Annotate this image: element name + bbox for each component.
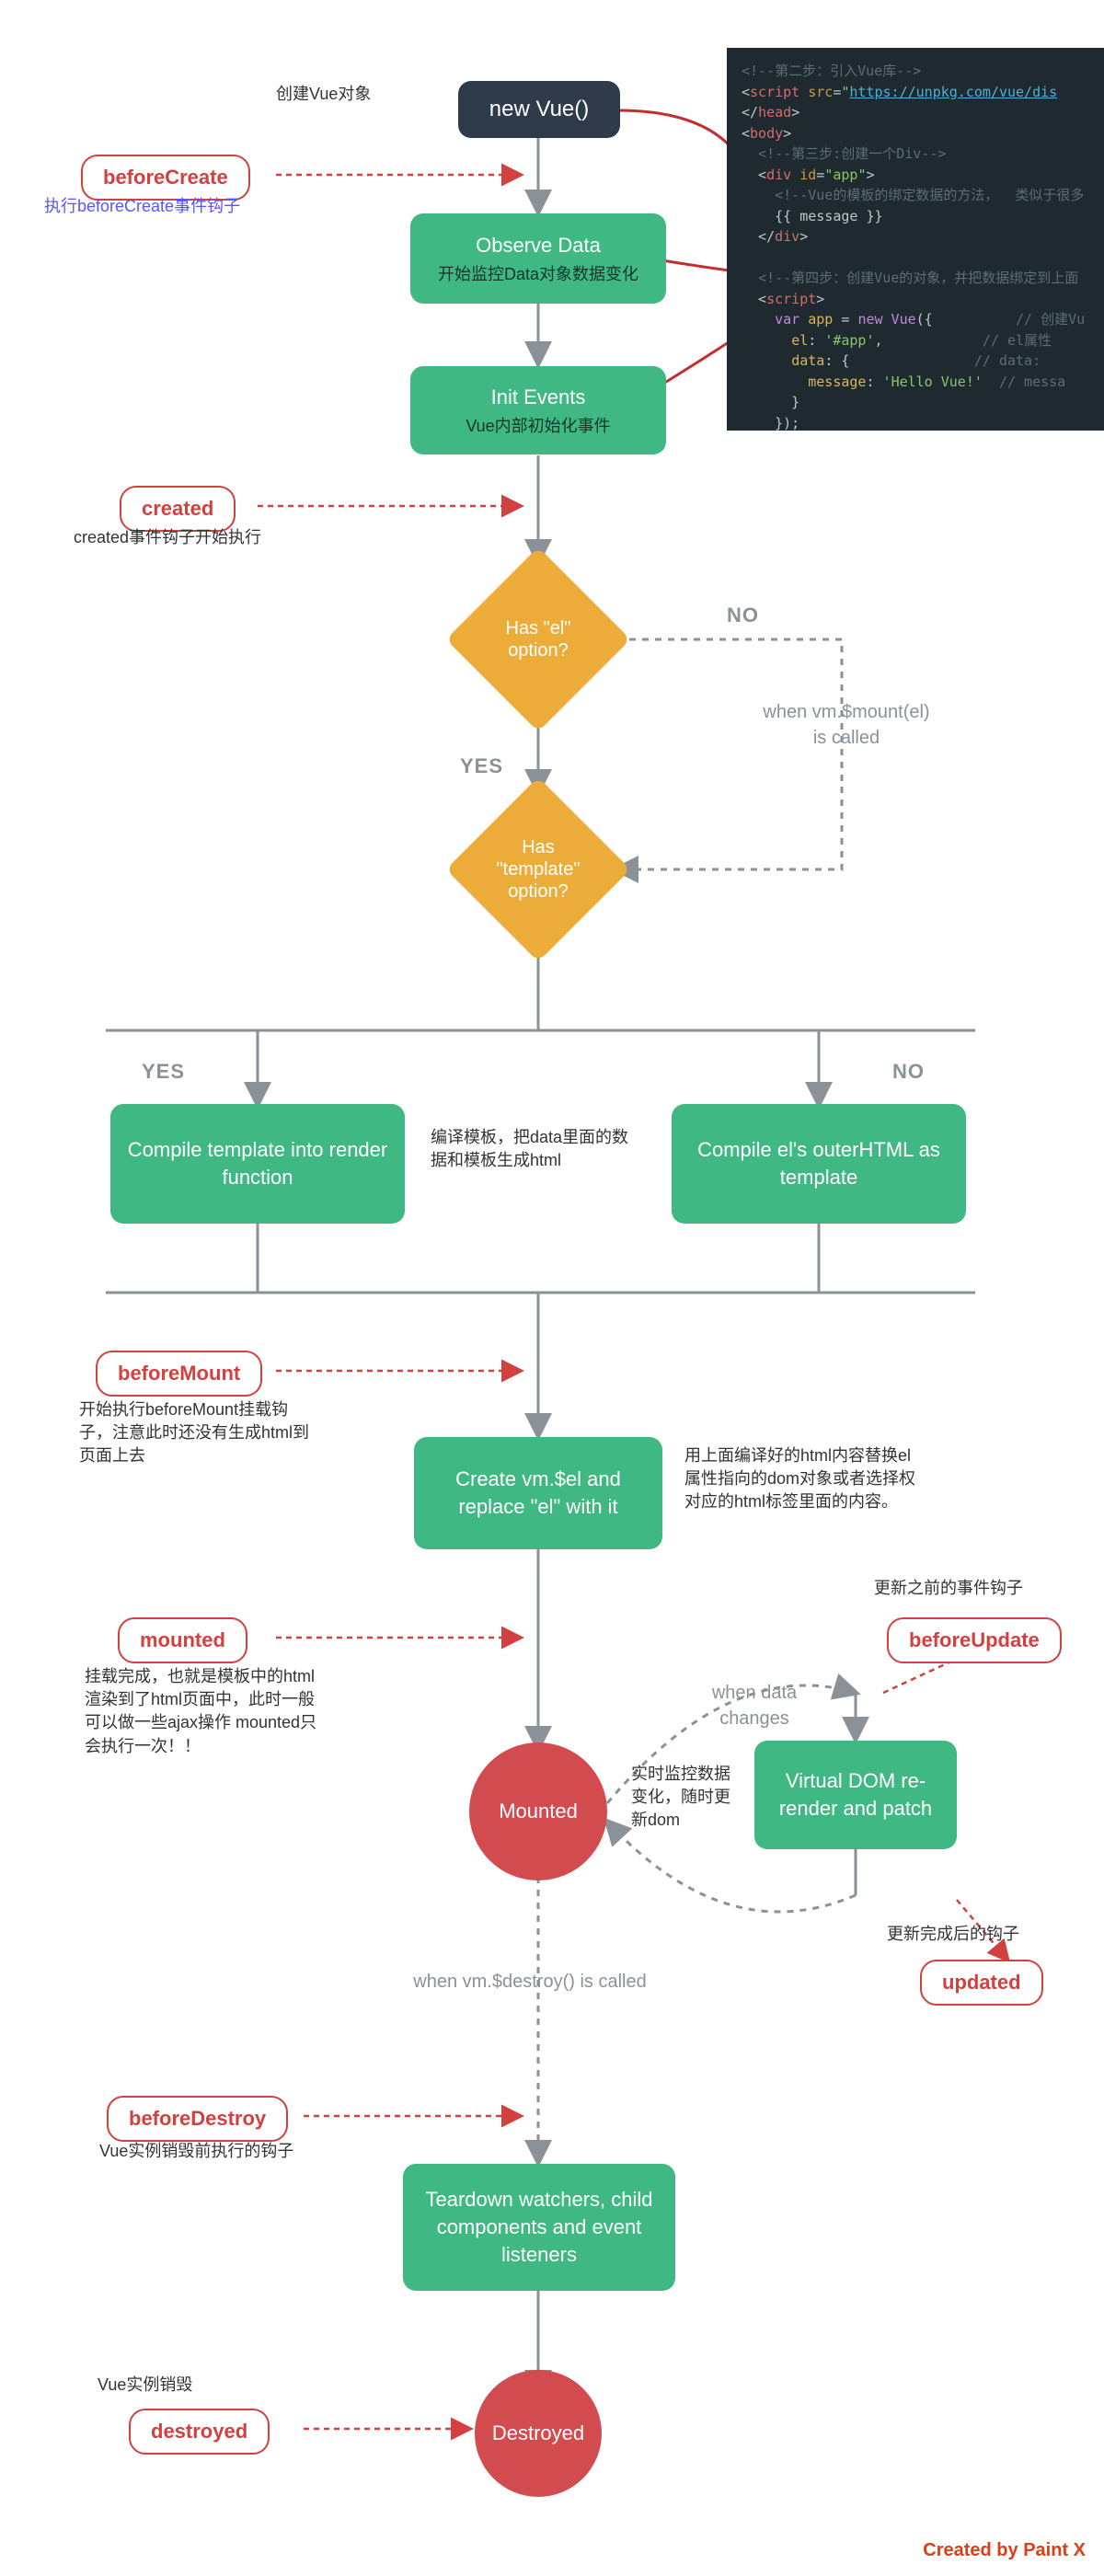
hook-beforemount: beforeMount <box>96 1351 262 1397</box>
note-compile-template: 编译模板，把data里面的数据和模板生成html <box>431 1126 633 1172</box>
hook-created: created <box>120 486 236 532</box>
code-cm-msg: // messa <box>999 374 1065 390</box>
note-created: created事件钩子开始执行 <box>74 526 261 549</box>
node-mounted-state: Mounted <box>469 1742 607 1880</box>
note-mount-wait: when vm.$mount(el) is called <box>754 699 938 751</box>
note-updated: 更新完成后的钩子 <box>887 1923 1019 1946</box>
node-has-el-option-label: Has "el" option? <box>460 561 616 718</box>
code-comment-step4: <!--第四步：创建Vue的对象，并把数据绑定到上面 <box>758 270 1078 286</box>
node-init-events-title: Init Events <box>491 384 586 411</box>
node-init-events: Init Events Vue内部初始化事件 <box>410 366 666 454</box>
code-comment-step3: <!--第三步:创建一个Div--> <box>758 145 946 162</box>
node-virtual-dom: Virtual DOM re-render and patch <box>754 1741 957 1849</box>
code-cdn-url: https://unpkg.com/vue/dis <box>849 84 1057 100</box>
node-destroyed-state: Destroyed <box>475 2370 602 2497</box>
node-has-template-option-label: Has "template" option? <box>460 791 616 948</box>
code-comment-step2: <!--第二步：引入Vue库--> <box>742 63 921 79</box>
code-cm-el: // el属性 <box>983 332 1052 349</box>
node-new-vue-label: new Vue() <box>489 97 590 122</box>
hook-mounted-label: mounted <box>140 1628 225 1652</box>
flowchart-canvas: 创建Vue对象 new Vue() beforeCreate 执行beforeC… <box>0 0 1104 2576</box>
hook-beforeupdate: beforeUpdate <box>887 1617 1062 1663</box>
node-init-events-sub: Vue内部初始化事件 <box>466 415 610 437</box>
code-cm-create: // 创建Vu <box>1016 311 1085 328</box>
note-beforemount: 开始执行beforeMount挂载钩子，注意此时还没有生成html到页面上去 <box>79 1398 318 1468</box>
note-beforeupdate: 更新之前的事件钩子 <box>874 1577 1023 1600</box>
footer-credit: Created by Paint X <box>923 2540 1086 2561</box>
code-snippet-panel: <!--第二步：引入Vue库--> <script src="https://u… <box>727 48 1104 431</box>
hook-mounted: mounted <box>118 1617 247 1663</box>
note-create-vue-object: 创建Vue对象 <box>276 83 371 106</box>
label-no-2: NO <box>892 1060 925 1084</box>
node-virtual-dom-label: Virtual DOM re-render and patch <box>771 1767 940 1822</box>
node-compile-template: Compile template into render function <box>110 1104 405 1224</box>
note-destroy-wait: when vm.$destroy() is called <box>410 1969 650 1995</box>
code-cm-data: // data: <box>974 352 1041 369</box>
node-create-vm-el-label: Create vm.$el and replace "el" with it <box>431 1466 646 1520</box>
node-compile-template-label: Compile template into render function <box>127 1136 388 1190</box>
note-beforecreate: 执行beforeCreate事件钩子 <box>44 195 240 218</box>
node-compile-el: Compile el's outerHTML as template <box>672 1104 966 1224</box>
node-new-vue: new Vue() <box>458 81 620 138</box>
code-new-vue: new Vue <box>857 311 915 328</box>
node-has-template-option: Has "template" option? <box>460 791 616 948</box>
hook-created-label: created <box>142 497 213 521</box>
label-yes-2: YES <box>142 1060 185 1084</box>
label-no-1: NO <box>727 604 759 627</box>
node-create-vm-el: Create vm.$el and replace "el" with it <box>414 1437 662 1549</box>
node-observe-data-sub: 开始监控Data对象数据变化 <box>438 263 638 285</box>
node-destroyed-state-label: Destroyed <box>492 2421 584 2445</box>
code-div-id: app <box>833 167 857 183</box>
code-comment-bind: <!--Vue的模板的绑定数据的方法， 类似于很多 <box>775 187 1084 203</box>
node-has-el-option: Has "el" option? <box>460 561 616 718</box>
node-observe-data-title: Observe Data <box>476 232 601 259</box>
hook-beforecreate-label: beforeCreate <box>103 166 228 190</box>
note-create-vm-el: 用上面编译好的html内容替换el属性指向的dom对象或者选择权对应的html标… <box>684 1444 924 1514</box>
hook-beforemount-label: beforeMount <box>118 1362 240 1386</box>
hook-destroyed-label: destroyed <box>151 2420 247 2444</box>
note-realtime-dom: 实时监控数据变化，随时更新dom <box>631 1763 742 1833</box>
node-teardown: Teardown watchers, child components and … <box>403 2164 675 2291</box>
label-yes-1: YES <box>460 754 503 778</box>
note-data-changes: when data changes <box>681 1680 828 1731</box>
note-destroyed: Vue实例销毁 <box>98 2374 192 2397</box>
node-mounted-state-label: Mounted <box>499 1800 578 1823</box>
hook-beforedestroy-label: beforeDestroy <box>129 2107 266 2131</box>
hook-beforeupdate-label: beforeUpdate <box>909 1628 1040 1652</box>
hook-destroyed: destroyed <box>129 2409 270 2455</box>
code-mustache: {{ message }} <box>775 208 882 224</box>
hook-beforedestroy: beforeDestroy <box>107 2096 288 2142</box>
node-observe-data: Observe Data 开始监控Data对象数据变化 <box>410 213 666 304</box>
node-teardown-label: Teardown watchers, child components and … <box>420 2186 659 2268</box>
hook-beforecreate: beforeCreate <box>81 155 250 201</box>
note-mounted: 挂载完成，也就是模板中的html渲染到了html页面中，此时一般可以做一些aja… <box>85 1665 324 1758</box>
hook-updated: updated <box>920 1960 1043 2006</box>
code-el-selector: #app <box>833 332 866 349</box>
node-compile-el-label: Compile el's outerHTML as template <box>688 1136 949 1190</box>
code-message-value: Hello Vue! <box>891 374 974 390</box>
hook-updated-label: updated <box>942 1971 1021 1995</box>
note-beforedestroy: Vue实例销毁前执行的钩子 <box>99 2140 293 2163</box>
